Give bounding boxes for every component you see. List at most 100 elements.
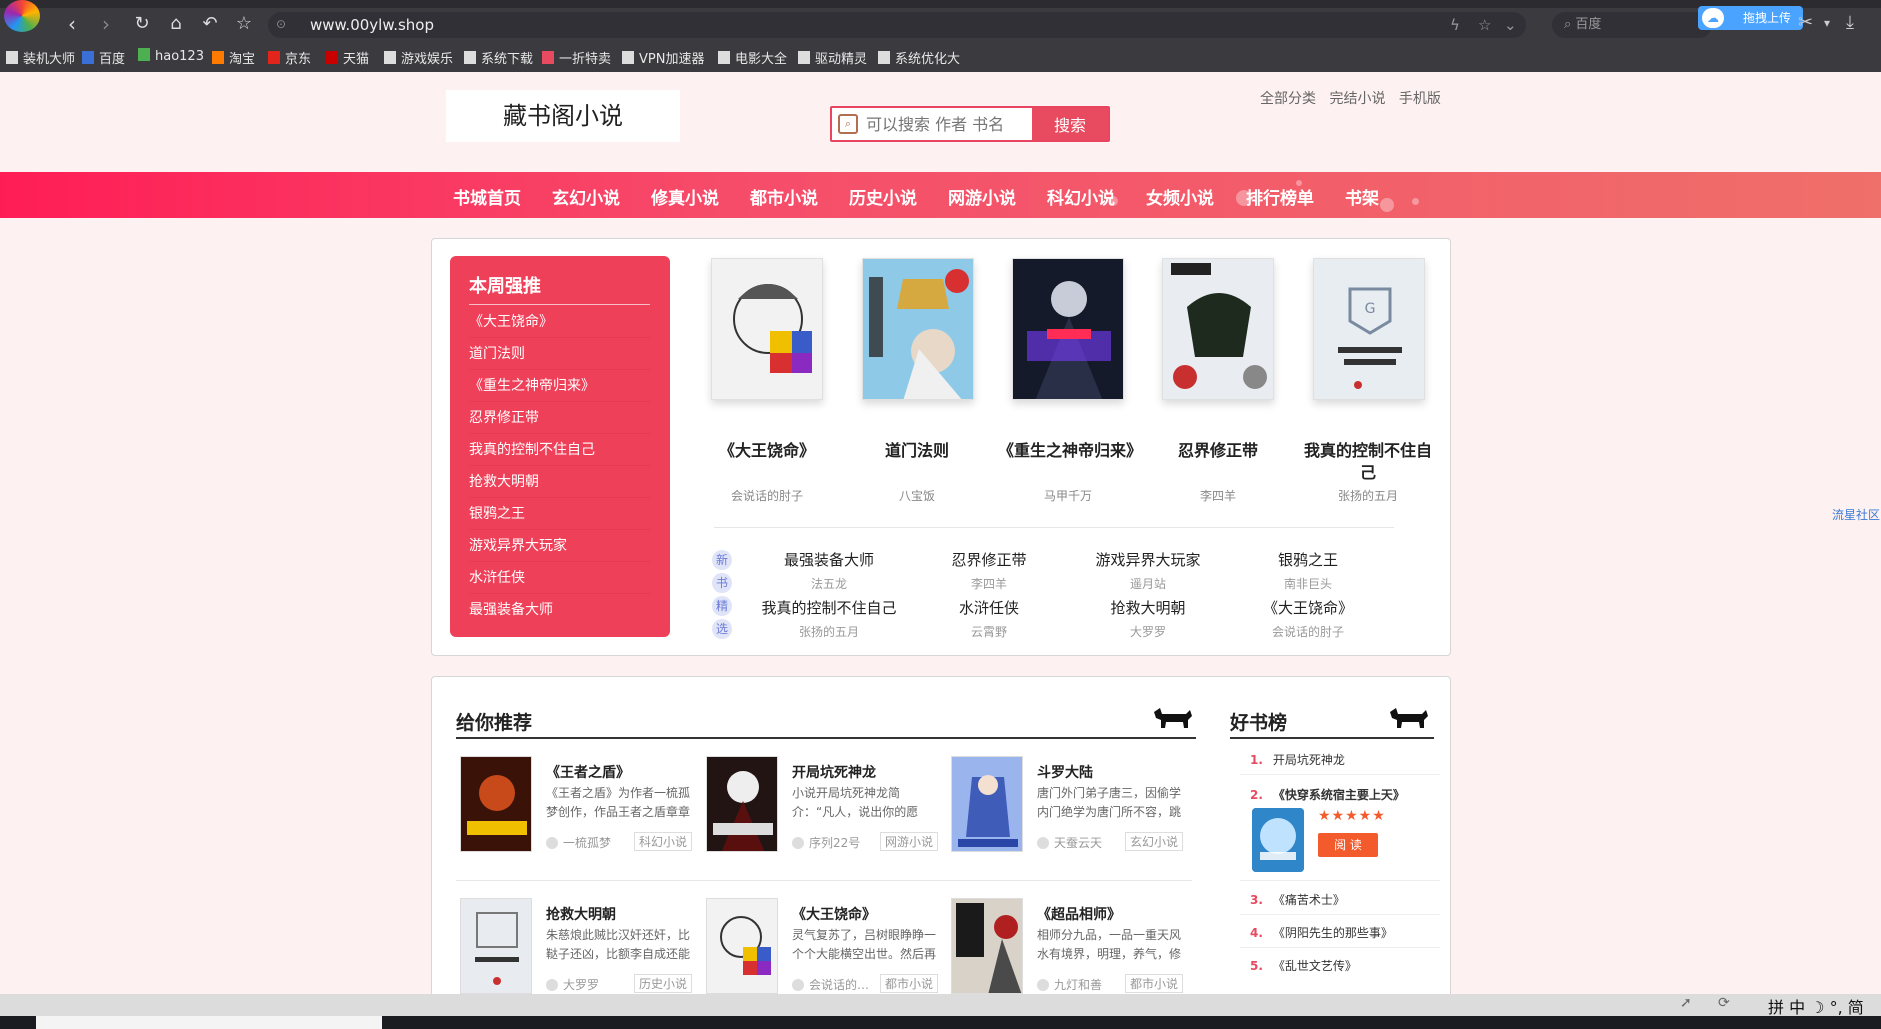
category-tag[interactable]: 网游小说: [879, 832, 938, 851]
nav-dushi[interactable]: 都市小说: [750, 184, 818, 209]
ranking-item-title[interactable]: 《痛苦术士》: [1273, 893, 1345, 907]
book-cover[interactable]: [706, 898, 778, 994]
site-logo[interactable]: 藏书阁小说: [446, 90, 680, 142]
bookmark-item[interactable]: 电影大全: [718, 48, 787, 67]
ranking-book-cover[interactable]: [1252, 808, 1304, 872]
newbook-author[interactable]: 遥月站: [1068, 575, 1228, 592]
back-icon[interactable]: ‹: [58, 10, 86, 38]
nav-lishi[interactable]: 历史小说: [849, 184, 917, 209]
weekly-item[interactable]: 《重生之神帝归来》: [469, 370, 650, 402]
bookmark-item[interactable]: 一折特卖: [542, 48, 611, 67]
bookmark-item[interactable]: 装机大师: [6, 48, 75, 67]
url-text[interactable]: www.00ylw.shop: [310, 16, 434, 34]
featured-book-title[interactable]: 《大王饶命》: [697, 440, 837, 462]
nav-home[interactable]: 书城首页: [453, 184, 521, 209]
weekly-item[interactable]: 抢救大明朝: [469, 466, 650, 498]
nav-kehuan[interactable]: 科幻小说: [1047, 184, 1115, 209]
site-search-input[interactable]: [866, 112, 1026, 136]
ranking-item-title[interactable]: 开局坑死神龙: [1273, 753, 1345, 767]
weekly-item[interactable]: 最强装备大师: [469, 594, 650, 626]
book-cover[interactable]: [951, 898, 1023, 994]
menu-chevron-icon[interactable]: ▾: [1824, 16, 1830, 30]
newbook-author[interactable]: 云霄野: [909, 623, 1069, 640]
bookmark-item[interactable]: 系统优化大: [878, 48, 960, 67]
featured-book-title[interactable]: 道门法则: [847, 440, 987, 462]
ranking-item-title[interactable]: 《阴阳先生的那些事》: [1273, 926, 1393, 940]
recommend-book-author[interactable]: 天蚕云天: [1037, 834, 1102, 851]
recommend-book-author[interactable]: 序列22号: [792, 834, 860, 851]
featured-book-author[interactable]: 李四羊: [1148, 487, 1288, 504]
recommend-card[interactable]: 斗罗大陆 唐门外门弟子唐三，因偷学内门绝学为唐门所不容，跳 天蚕云天 玄幻小说: [951, 756, 1191, 868]
weekly-item[interactable]: 我真的控制不住自己: [469, 434, 650, 466]
recommend-book-title[interactable]: 《王者之盾》: [546, 762, 630, 782]
category-tag[interactable]: 科幻小说: [633, 832, 692, 851]
weekly-item[interactable]: 水浒任侠: [469, 562, 650, 594]
search-button[interactable]: 搜索: [1032, 108, 1108, 140]
book-cover[interactable]: [951, 756, 1023, 852]
lightning-icon[interactable]: ϟ: [1450, 12, 1460, 38]
newbook-title[interactable]: 最强装备大师: [749, 549, 909, 570]
newbook-author[interactable]: 南非巨头: [1228, 575, 1388, 592]
recommend-book-title[interactable]: 斗罗大陆: [1037, 762, 1093, 782]
favorite-star-icon[interactable]: ☆: [230, 10, 258, 38]
recommend-book-author[interactable]: 一梳孤梦: [546, 834, 611, 851]
recommend-card[interactable]: 《王者之盾》 《王者之盾》为作者一梳孤梦创作，作品王者之盾章章 一梳孤梦 科幻小…: [460, 756, 700, 868]
category-tag[interactable]: 历史小说: [633, 974, 692, 993]
featured-book-author[interactable]: 张扬的五月: [1298, 487, 1438, 504]
featured-book-author[interactable]: 会说话的肘子: [697, 487, 837, 504]
nav-xiuzhen[interactable]: 修真小说: [651, 184, 719, 209]
recommend-book-title[interactable]: 开局坑死神龙: [792, 762, 876, 782]
book-cover[interactable]: [1012, 258, 1124, 400]
newbook-title[interactable]: 我真的控制不住自己: [749, 597, 909, 618]
recommend-book-author[interactable]: 大罗罗: [546, 976, 599, 993]
address-bar[interactable]: ⊙ www.00ylw.shop ϟ ☆ ⌄: [268, 12, 1526, 38]
featured-book-title[interactable]: 我真的控制不住自己: [1298, 440, 1438, 484]
bookmark-item[interactable]: 百度: [82, 48, 125, 67]
book-cover[interactable]: [460, 898, 532, 994]
weekly-item[interactable]: 游戏异界大玩家: [469, 530, 650, 562]
undo-icon[interactable]: ↶: [196, 10, 224, 38]
recommend-book-title[interactable]: 《超品相师》: [1037, 904, 1121, 924]
forward-icon[interactable]: ›: [92, 10, 120, 38]
link-all-categories[interactable]: 全部分类: [1260, 91, 1316, 107]
recommend-book-title[interactable]: 《大王饶命》: [792, 904, 876, 924]
book-cover[interactable]: [706, 756, 778, 852]
book-cover[interactable]: [1162, 258, 1274, 400]
featured-book-title[interactable]: 忍界修正带: [1148, 440, 1288, 462]
chevron-down-icon[interactable]: ⌄: [1504, 12, 1517, 38]
newbook-title[interactable]: 《大王饶命》: [1228, 597, 1388, 618]
ranking-item[interactable]: 1. 开局坑死神龙: [1250, 751, 1345, 768]
bookmark-item[interactable]: 游戏娱乐: [384, 48, 453, 67]
category-tag[interactable]: 都市小说: [1124, 974, 1183, 993]
recommend-book-title[interactable]: 抢救大明朝: [546, 904, 616, 924]
recommend-card[interactable]: 开局坑死神龙 小说开局坑死神龙简介：“凡人，说出你的愿 序列22号 网游小说: [706, 756, 946, 868]
ranking-item[interactable]: 4. 《阴阳先生的那些事》: [1250, 924, 1393, 941]
refresh-circle-icon[interactable]: ⟳: [1718, 995, 1730, 1011]
newbook-title[interactable]: 忍界修正带: [909, 549, 1069, 570]
recommend-book-author[interactable]: 九灯和善: [1037, 976, 1102, 993]
browser-search-input[interactable]: ⌕ 百度: [1552, 12, 1712, 38]
book-cover[interactable]: [460, 756, 532, 852]
featured-book-title[interactable]: 《重生之神帝归来》: [998, 440, 1142, 462]
book-cover[interactable]: G: [1313, 258, 1425, 400]
ranking-item-title[interactable]: 《乱世文艺传》: [1273, 959, 1357, 973]
reload-icon[interactable]: ↻: [128, 10, 156, 38]
download-icon[interactable]: ⤓: [1846, 12, 1854, 33]
newbook-title[interactable]: 银鸦之王: [1228, 549, 1388, 570]
book-cover[interactable]: [711, 258, 823, 400]
category-tag[interactable]: 玄幻小说: [1124, 832, 1183, 851]
taskbar-search[interactable]: [36, 1016, 382, 1029]
bookmark-item[interactable]: 淘宝: [212, 48, 255, 67]
weekly-item[interactable]: 银鸦之王: [469, 498, 650, 530]
nav-ranking[interactable]: 排行榜单: [1246, 184, 1314, 209]
bookmark-item[interactable]: VPN加速器: [622, 48, 704, 67]
category-tag[interactable]: 都市小说: [879, 974, 938, 993]
recommend-book-author[interactable]: 会说话的…: [792, 976, 869, 993]
ranking-item[interactable]: 2. 《快穿系统宿主要上天》: [1250, 786, 1405, 803]
bookmark-item[interactable]: 系统下载: [464, 48, 533, 67]
read-button[interactable]: 阅 读: [1318, 833, 1378, 857]
newbook-title[interactable]: 水浒任侠: [909, 597, 1069, 618]
nav-xuanhuan[interactable]: 玄幻小说: [552, 184, 620, 209]
newbook-title[interactable]: 游戏异界大玩家: [1068, 549, 1228, 570]
nav-wangyou[interactable]: 网游小说: [948, 184, 1016, 209]
